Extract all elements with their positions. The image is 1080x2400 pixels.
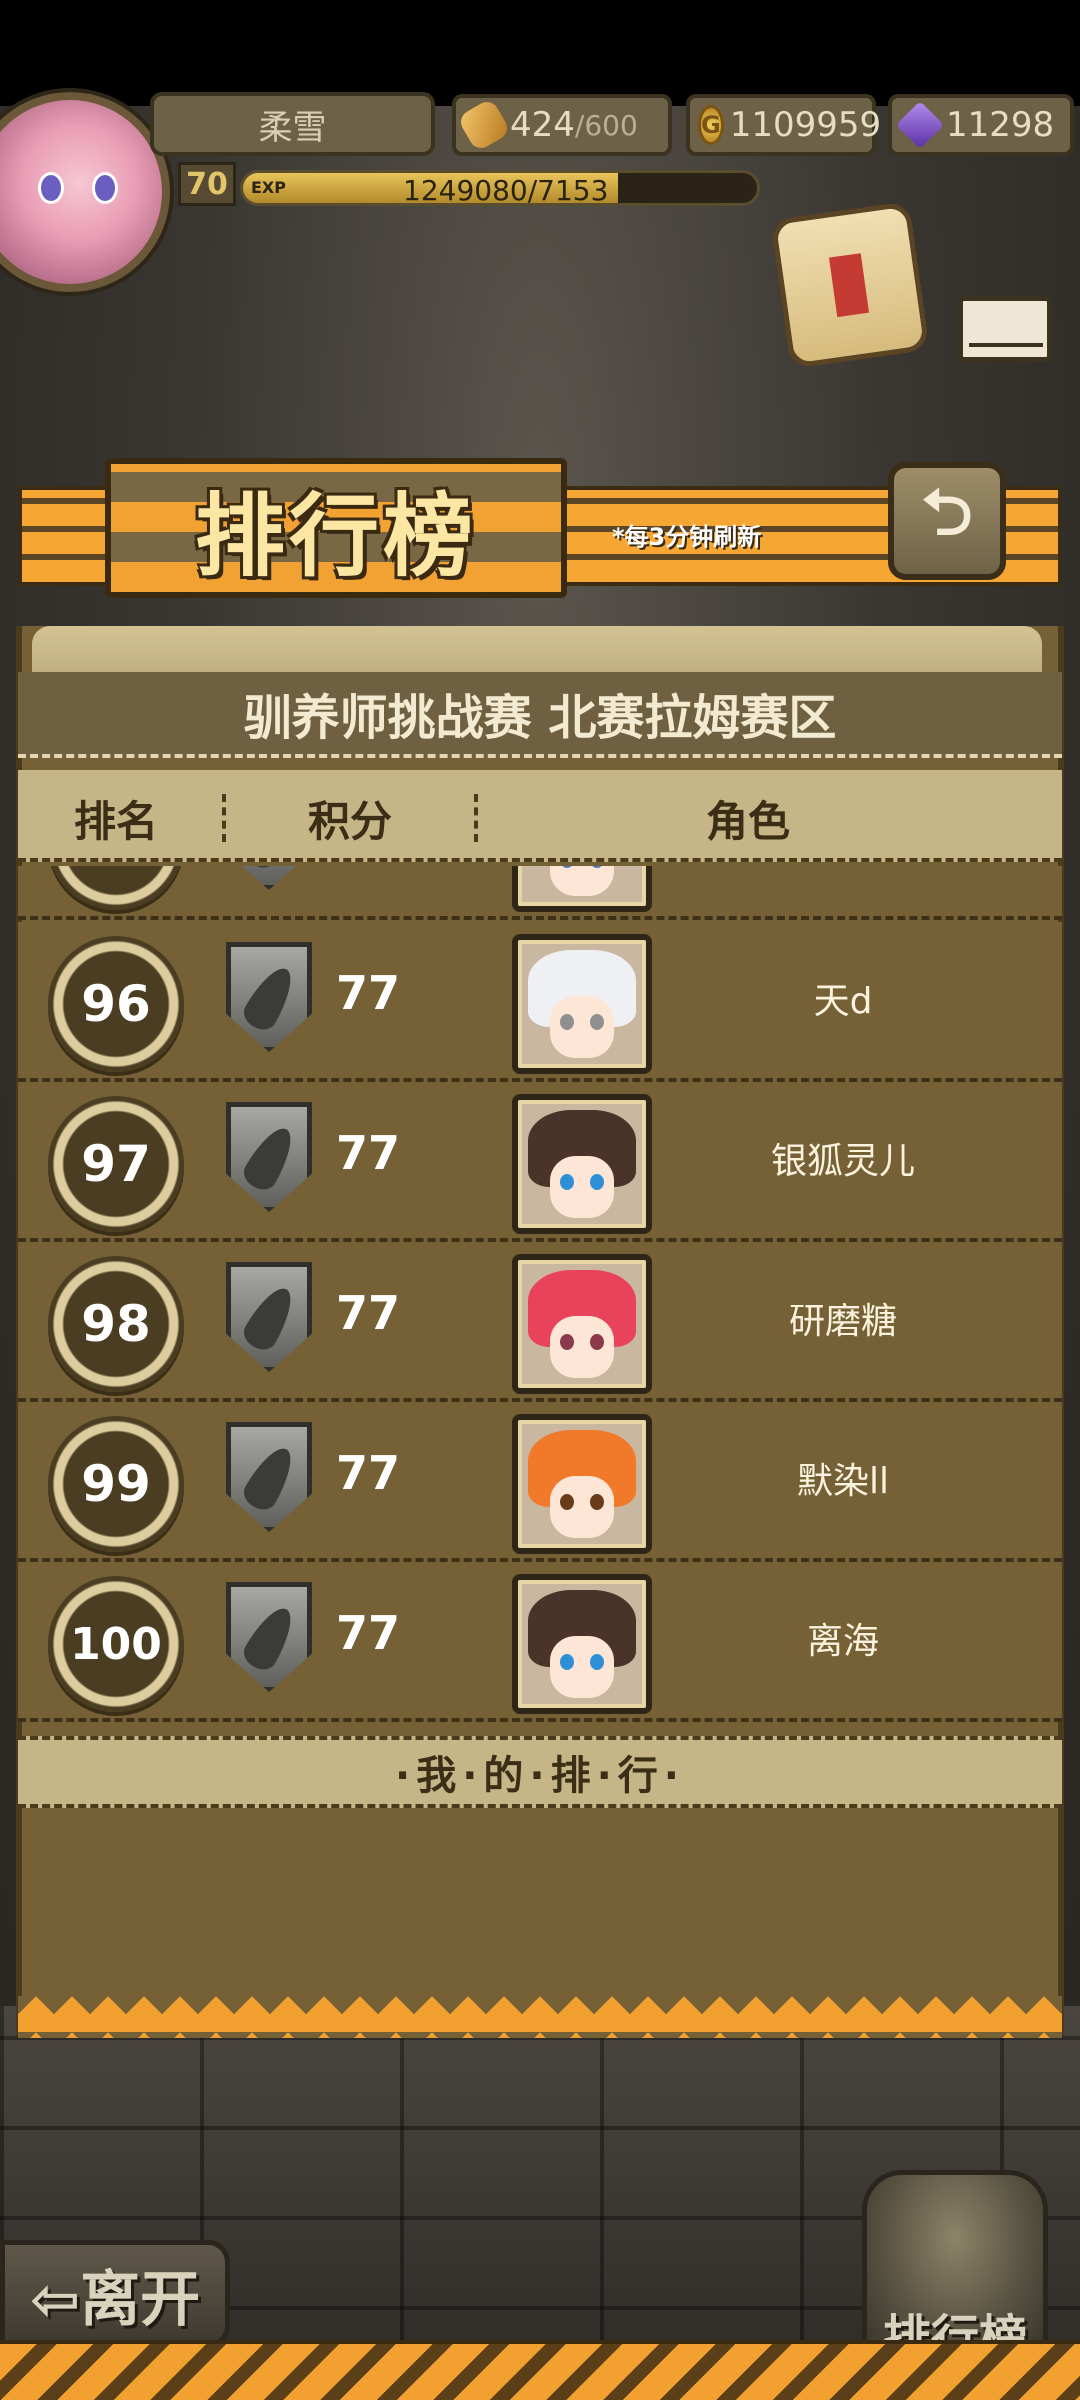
exp-label: EXP (251, 178, 286, 197)
exp-bar: EXP 1249080/7153 (240, 170, 760, 206)
gem-value: 11298 (946, 105, 1055, 145)
status-bar (0, 0, 1080, 106)
gem-icon (895, 100, 945, 150)
character-name: 默染ll (796, 1461, 889, 1502)
exp-value: 1249080/7153 (403, 174, 609, 206)
character-name: 银狐灵儿 (770, 1141, 915, 1182)
mail-icon[interactable] (958, 296, 1052, 362)
panel-top-edge (32, 626, 1042, 676)
avatar-eyes (38, 172, 118, 208)
back-button[interactable]: ⮌ (888, 462, 1006, 580)
character-name: 离海 (806, 1621, 879, 1662)
rank-medal: 99 (48, 1416, 184, 1552)
character-name: 研磨糖 (788, 1301, 897, 1342)
ranking-row[interactable]: 100 77 离海 (18, 1562, 1062, 1722)
character-portrait[interactable] (512, 1414, 652, 1554)
rank-number: 97 (81, 1135, 151, 1193)
stamina-max: /600 (574, 108, 638, 142)
portrait-eyes (560, 1654, 604, 1670)
gold-coin-icon: G (698, 105, 724, 145)
bread-icon (456, 97, 512, 153)
rank-medal: 95 (48, 866, 184, 910)
character-portrait[interactable] (512, 1574, 652, 1714)
rank-number: 95 (81, 866, 151, 871)
character-portrait[interactable] (512, 1094, 652, 1234)
gold-counter[interactable]: G 1109959 (686, 94, 881, 156)
rank-number: 100 (70, 1618, 162, 1670)
rank-number: 99 (81, 1455, 151, 1513)
return-arrow-icon: ⮌ (921, 476, 973, 550)
rank-medal: 100 (48, 1576, 184, 1712)
score-value: 77 (336, 1606, 401, 1660)
title-plate: 排行榜 (105, 458, 567, 598)
feather-shield-icon (226, 942, 312, 1052)
score-value: 77 (336, 1286, 401, 1340)
ranking-row[interactable]: 99 77 默染ll (18, 1402, 1062, 1562)
event-title: 驯养师挑战赛 北赛拉姆赛区 (18, 672, 1062, 758)
stamina-counter[interactable]: 424 /600 (452, 94, 672, 156)
gem-counter[interactable]: 11298 (888, 94, 1074, 156)
column-divider (474, 794, 478, 842)
gold-value: 1109959 (729, 105, 882, 145)
column-header: 排名 积分 角色 (18, 770, 1062, 862)
ranking-row[interactable]: 9577 (18, 866, 1062, 920)
portrait-eyes (560, 1174, 604, 1190)
col-rank: 排名 (74, 797, 159, 846)
rank-number: 98 (81, 1295, 151, 1353)
col-score: 积分 (308, 797, 393, 846)
rank-medal: 97 (48, 1096, 184, 1232)
feather-shield-icon (226, 866, 312, 890)
character-name: 天d (813, 981, 873, 1022)
score-value: 77 (336, 1446, 401, 1500)
character-portrait[interactable] (512, 866, 652, 912)
feather-shield-icon (226, 1422, 312, 1532)
player-level: 70 (178, 162, 236, 206)
my-rank-bar[interactable]: ·我·的·排·行· (18, 1736, 1062, 1808)
feather-shield-icon (226, 1582, 312, 1692)
portrait-eyes (560, 1014, 604, 1030)
leave-button[interactable]: ⇦离开 (0, 2240, 230, 2348)
character-portrait[interactable] (512, 1254, 652, 1394)
score-value: 77 (336, 966, 401, 1020)
character-portrait[interactable] (512, 934, 652, 1074)
rank-medal: 98 (48, 1256, 184, 1392)
ranking-row[interactable]: 98 77 研磨糖 (18, 1242, 1062, 1402)
portrait-face (550, 866, 614, 896)
quest-scroll-icon[interactable] (770, 200, 930, 370)
ranking-list[interactable]: 9577 96 77 天d 97 77 银狐灵儿 98 77 研磨糖 99 77 默染ll 100 77 离海 (18, 866, 1062, 1732)
column-divider (222, 794, 226, 842)
col-character: 角色 (706, 797, 791, 846)
panel-zigzag-edge (18, 1996, 1062, 2038)
player-name: 柔雪 (150, 92, 435, 156)
bottom-decor-strip (0, 2340, 1080, 2400)
stamina-value: 424 (510, 105, 575, 145)
rank-medal: 96 (48, 936, 184, 1072)
feather-shield-icon (226, 1262, 312, 1372)
ranking-row[interactable]: 97 77 银狐灵儿 (18, 1082, 1062, 1242)
feather-shield-icon (226, 1102, 312, 1212)
leaderboard-title: 排行榜 (195, 484, 477, 589)
refresh-note: *每3分钟刷新 (612, 522, 762, 551)
ranking-row[interactable]: 96 77 天d (18, 922, 1062, 1082)
portrait-eyes (560, 1334, 604, 1350)
score-value: 77 (336, 1126, 401, 1180)
portrait-eyes (560, 866, 604, 868)
portrait-eyes (560, 1494, 604, 1510)
rank-number: 96 (81, 975, 151, 1033)
